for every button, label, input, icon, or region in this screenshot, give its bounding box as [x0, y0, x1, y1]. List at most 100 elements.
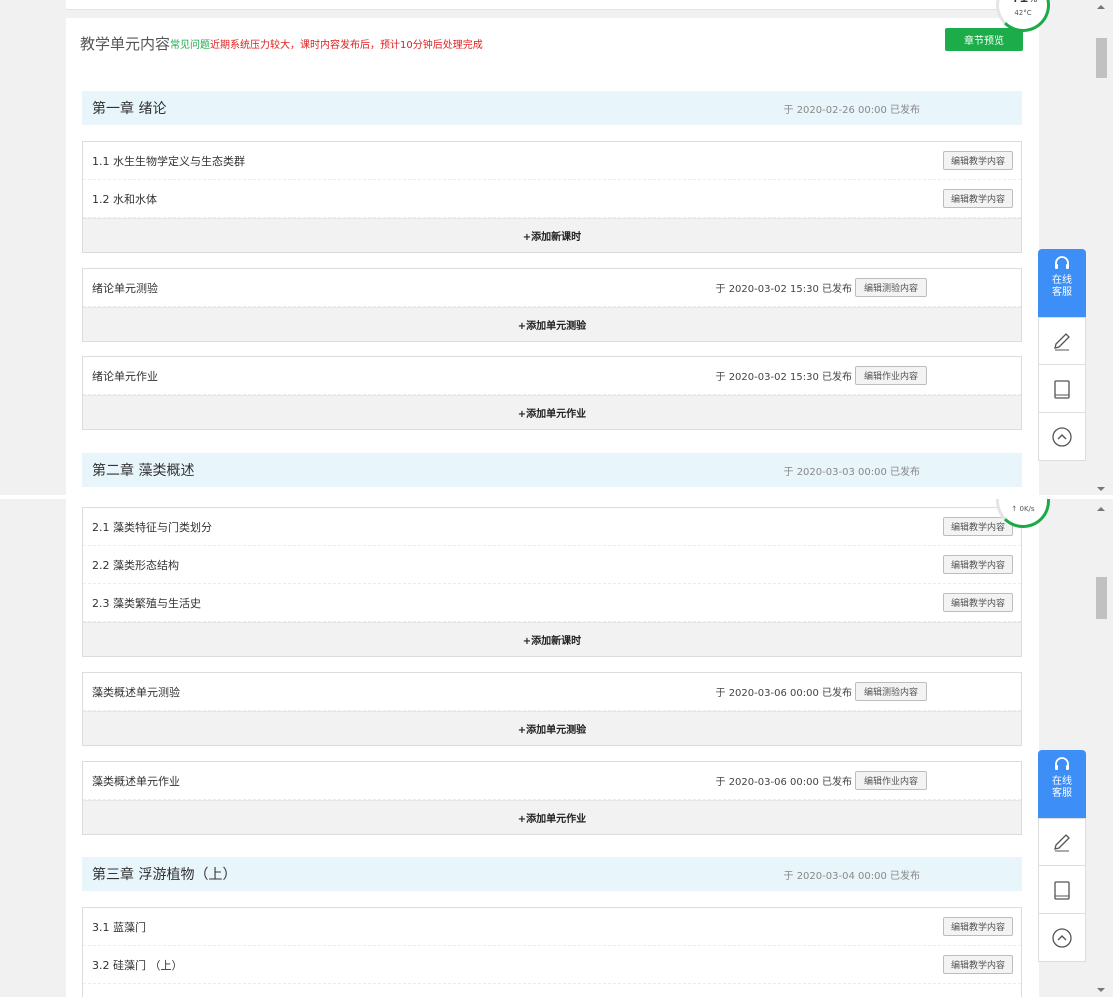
lesson-title: 2.3 藻类繁殖与生活史	[92, 596, 201, 610]
scroll-up-arrow[interactable]	[1097, 5, 1105, 9]
page-title: 教学单元内容	[80, 34, 171, 53]
notice-text: 常见问题近期系统压力较大，课时内容发布后，预计10分钟后处理完成	[170, 36, 483, 51]
lesson-title: 3.2 硅藻门 （上）	[92, 958, 183, 972]
notice-warning: 近期系统压力较大，课时内容发布后，预计10分钟后处理完成	[210, 39, 483, 51]
scroll-thumb[interactable]	[1096, 38, 1107, 78]
headset-icon	[1055, 256, 1069, 269]
content-panel: 教学单元内容 常见问题近期系统压力较大，课时内容发布后，预计10分钟后处理完成 …	[66, 18, 1039, 495]
side-toolbar: 在线 客服	[1038, 249, 1086, 461]
homework-title: 绪论单元作业	[92, 369, 158, 383]
headset-icon	[1055, 757, 1069, 770]
chevron-up-circle-icon	[1052, 927, 1072, 948]
unit-homework-box: 绪论单元作业 于 2020-03-02 15:30 已发布 编辑作业内容 +添加…	[82, 356, 1022, 430]
edit-lesson-button[interactable]: 编辑教学内容	[943, 955, 1013, 974]
chapter-title: 第二章 藻类概述	[92, 463, 195, 479]
edit-lesson-button[interactable]: 编辑教学内容	[943, 517, 1013, 536]
content-panel: 2.1 藻类特征与门类划分 编辑教学内容 2.2 藻类形态结构 编辑教学内容 2…	[66, 499, 1039, 997]
quiz-row[interactable]: 藻类概述单元测验 于 2020-03-06 00:00 已发布 编辑测验内容	[83, 673, 1021, 711]
scroll-down-arrow[interactable]	[1097, 988, 1105, 992]
add-lesson-button[interactable]: +添加新课时	[83, 622, 1021, 656]
quiz-publish-date: 于 2020-03-02 15:30 已发布	[715, 284, 852, 295]
faq-link[interactable]: 常见问题	[170, 40, 210, 51]
quiz-title: 藻类概述单元测验	[92, 685, 180, 699]
scroll-down-arrow[interactable]	[1097, 487, 1105, 491]
lesson-title: 1.1 水生生物学定义与生态类群	[92, 154, 245, 168]
gauge-percent: 41%	[999, 499, 1047, 502]
edit-lesson-button[interactable]: 编辑教学内容	[943, 555, 1013, 574]
chapter-publish-date: 于 2020-02-26 00:00 已发布	[783, 104, 920, 116]
side-toolbar: 在线 客服	[1038, 750, 1086, 962]
chevron-up-circle-icon	[1052, 426, 1072, 447]
add-lesson-button[interactable]: +添加新课时	[83, 218, 1021, 252]
scrollbar[interactable]	[1090, 0, 1113, 495]
chapter-header[interactable]: 第三章 浮游植物（上） 于 2020-03-04 00:00 已发布	[82, 857, 1022, 891]
edit-homework-button[interactable]: 编辑作业内容	[855, 771, 927, 790]
scroll-up-arrow[interactable]	[1097, 507, 1105, 511]
add-quiz-button[interactable]: +添加单元测验	[83, 711, 1021, 745]
homework-publish-date: 于 2020-03-02 15:30 已发布	[715, 372, 852, 383]
edit-tool-button[interactable]	[1038, 818, 1086, 866]
add-quiz-button[interactable]: +添加单元测验	[83, 307, 1021, 341]
lesson-row[interactable]: 2.1 藻类特征与门类划分 编辑教学内容	[83, 508, 1021, 546]
lesson-row[interactable]: 1.2 水和水体 编辑教学内容	[83, 180, 1021, 218]
lesson-title: 2.1 藻类特征与门类划分	[92, 520, 212, 534]
service-label-1: 在线	[1052, 776, 1072, 787]
chapter-preview-button[interactable]: 章节预览	[945, 28, 1023, 51]
page-header: 教学单元内容 常见问题近期系统压力较大，课时内容发布后，预计10分钟后处理完成	[80, 28, 483, 58]
back-to-top-button[interactable]	[1038, 413, 1086, 461]
quiz-title: 绪论单元测验	[92, 281, 158, 295]
edit-homework-button[interactable]: 编辑作业内容	[855, 366, 927, 385]
service-label-1: 在线	[1052, 275, 1072, 286]
bottom-viewport: 2.1 藻类特征与门类划分 编辑教学内容 2.2 藻类形态结构 编辑教学内容 2…	[0, 499, 1113, 997]
lesson-row[interactable]: 2.2 藻类形态结构 编辑教学内容	[83, 546, 1021, 584]
lesson-list: 1.1 水生生物学定义与生态类群 编辑教学内容 1.2 水和水体 编辑教学内容 …	[82, 141, 1022, 253]
gauge-percent: 41%	[1009, 0, 1038, 6]
edit-lesson-button[interactable]: 编辑教学内容	[943, 189, 1013, 208]
tablet-tool-button[interactable]	[1038, 866, 1086, 914]
chapter-publish-date: 于 2020-03-04 00:00 已发布	[783, 870, 920, 882]
unit-quiz-box: 藻类概述单元测验 于 2020-03-06 00:00 已发布 编辑测验内容 +…	[82, 672, 1022, 746]
edit-lesson-button[interactable]: 编辑教学内容	[943, 917, 1013, 936]
tablet-tool-button[interactable]	[1038, 365, 1086, 413]
chapter-header[interactable]: 第一章 绪论 于 2020-02-26 00:00 已发布	[82, 91, 1022, 125]
unit-homework-box: 藻类概述单元作业 于 2020-03-06 00:00 已发布 编辑作业内容 +…	[82, 761, 1022, 835]
edit-lesson-button[interactable]: 编辑教学内容	[943, 151, 1013, 170]
lesson-title: 1.2 水和水体	[92, 192, 157, 206]
add-homework-button[interactable]: +添加单元作业	[83, 800, 1021, 834]
chapter-title: 第三章 浮游植物（上）	[92, 867, 237, 883]
top-strip	[66, 0, 1039, 10]
quiz-publish-date: 于 2020-03-06 00:00 已发布	[715, 688, 852, 699]
service-label-2: 客服	[1052, 788, 1072, 799]
online-service-button[interactable]: 在线 客服	[1038, 750, 1086, 818]
service-label-2: 客服	[1052, 287, 1072, 298]
edit-quiz-button[interactable]: 编辑测验内容	[855, 682, 927, 701]
lesson-row[interactable]: 3.2 硅藻门 （上） 编辑教学内容	[83, 946, 1021, 984]
chapter-title: 第一章 绪论	[92, 101, 167, 117]
homework-row[interactable]: 藻类概述单元作业 于 2020-03-06 00:00 已发布 编辑作业内容	[83, 762, 1021, 800]
back-to-top-button[interactable]	[1038, 914, 1086, 962]
lesson-row[interactable]	[83, 984, 1021, 997]
pencil-icon	[1054, 333, 1070, 351]
lesson-list: 2.1 藻类特征与门类划分 编辑教学内容 2.2 藻类形态结构 编辑教学内容 2…	[82, 507, 1022, 657]
unit-quiz-box: 绪论单元测验 于 2020-03-02 15:30 已发布 编辑测验内容 +添加…	[82, 268, 1022, 342]
scrollbar[interactable]	[1090, 499, 1113, 997]
edit-lesson-button[interactable]: 编辑教学内容	[943, 593, 1013, 612]
add-homework-button[interactable]: +添加单元作业	[83, 395, 1021, 429]
homework-publish-date: 于 2020-03-06 00:00 已发布	[715, 777, 852, 788]
quiz-row[interactable]: 绪论单元测验 于 2020-03-02 15:30 已发布 编辑测验内容	[83, 269, 1021, 307]
tablet-icon	[1054, 379, 1070, 399]
homework-title: 藻类概述单元作业	[92, 774, 180, 788]
edit-tool-button[interactable]	[1038, 317, 1086, 365]
network-speed-readout: ↑ 0K/s	[1011, 505, 1035, 513]
homework-row[interactable]: 绪论单元作业 于 2020-03-02 15:30 已发布 编辑作业内容	[83, 357, 1021, 395]
pencil-icon	[1054, 834, 1070, 852]
scroll-thumb[interactable]	[1096, 577, 1107, 619]
chapter-header[interactable]: 第二章 藻类概述 于 2020-03-03 00:00 已发布	[82, 453, 1022, 487]
chapter-publish-date: 于 2020-03-03 00:00 已发布	[783, 466, 920, 478]
online-service-button[interactable]: 在线 客服	[1038, 249, 1086, 317]
edit-quiz-button[interactable]: 编辑测验内容	[855, 278, 927, 297]
lesson-title: 3.1 蓝藻门	[92, 920, 146, 934]
lesson-row[interactable]: 2.3 藻类繁殖与生活史 编辑教学内容	[83, 584, 1021, 622]
lesson-row[interactable]: 3.1 蓝藻门 编辑教学内容	[83, 908, 1021, 946]
lesson-row[interactable]: 1.1 水生生物学定义与生态类群 编辑教学内容	[83, 142, 1021, 180]
